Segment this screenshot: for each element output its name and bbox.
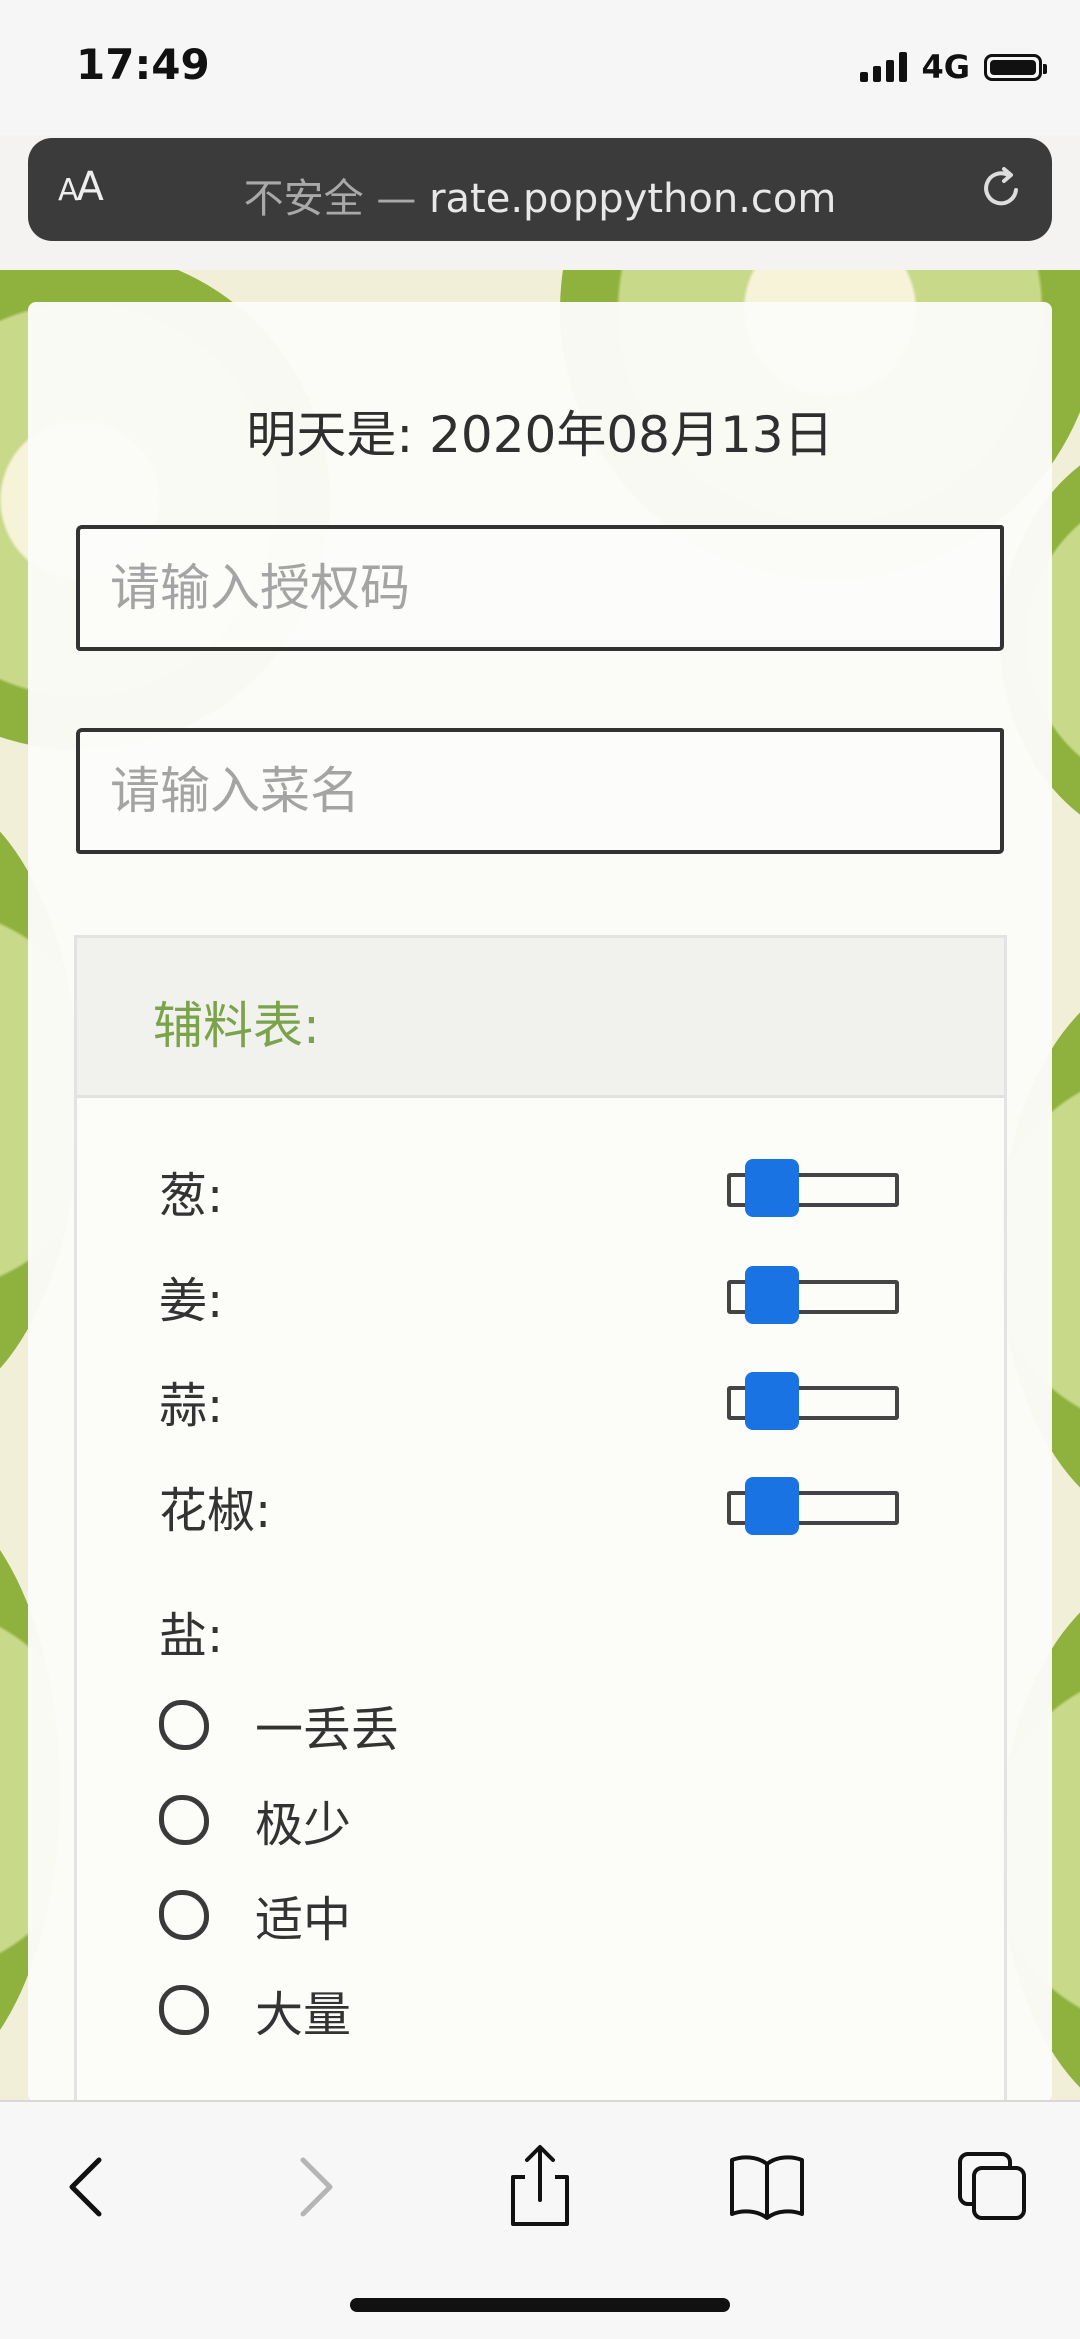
address-bar[interactable]: AA 不安全 — rate.poppython.com — [28, 138, 1052, 241]
status-indicators: 4G — [860, 48, 1047, 86]
url-separator: — — [363, 176, 430, 222]
tomorrow-date: 明天是: 2020年08月13日 — [246, 406, 834, 464]
status-bar: 17:49 4G — [0, 0, 1080, 135]
home-indicator — [350, 2298, 730, 2312]
signal-icon — [860, 52, 908, 82]
forward-icon[interactable] — [268, 2142, 358, 2232]
salt-option[interactable]: 一丢丢 — [159, 1690, 399, 1760]
bookmarks-icon[interactable] — [722, 2142, 812, 2232]
garlic-label: 蒜: — [159, 1378, 224, 1434]
url-display[interactable]: 不安全 — rate.poppython.com — [28, 166, 1052, 224]
scallion-label: 葱: — [159, 1168, 224, 1224]
slider-knob[interactable] — [745, 1477, 799, 1535]
ingredients-panel: 辅料表: 葱: 姜: 蒜: 花椒: 盐: 一丢丢 极少 适中 大量 — [74, 935, 1007, 2135]
salt-option-label: 极少 — [255, 1797, 352, 1853]
sichuan-pepper-label: 花椒: — [159, 1483, 272, 1539]
insecure-label: 不安全 — [243, 176, 364, 222]
salt-option-label: 一丢丢 — [255, 1702, 400, 1758]
reload-icon[interactable] — [978, 164, 1026, 212]
network-label: 4G — [921, 48, 970, 86]
ingredients-title: 辅料表: — [153, 997, 320, 1055]
scallion-slider[interactable] — [727, 1159, 899, 1217]
auth-code-input[interactable] — [76, 525, 1004, 651]
slider-knob[interactable] — [745, 1372, 799, 1430]
battery-icon — [984, 53, 1047, 81]
tabs-icon[interactable] — [948, 2142, 1038, 2232]
ginger-slider[interactable] — [727, 1266, 899, 1324]
garlic-slider[interactable] — [727, 1372, 899, 1430]
slider-knob[interactable] — [745, 1159, 799, 1217]
slider-knob[interactable] — [745, 1266, 799, 1324]
radio-button[interactable] — [159, 1890, 209, 1940]
url-domain: rate.poppython.com — [429, 176, 837, 222]
status-time: 17:49 — [76, 40, 210, 89]
phone-screen: 17:49 4G AA 不安全 — rate.poppython.com 明天是… — [0, 0, 1080, 2339]
radio-button[interactable] — [159, 1985, 209, 2035]
salt-label: 盐: — [159, 1608, 224, 1664]
ingredients-panel-header: 辅料表: — [77, 938, 1004, 1098]
salt-option-label: 大量 — [255, 1987, 352, 2043]
sichuan-pepper-slider[interactable] — [727, 1477, 899, 1535]
back-icon[interactable] — [44, 2142, 134, 2232]
salt-option-label: 适中 — [255, 1892, 352, 1948]
share-icon[interactable] — [495, 2142, 585, 2232]
radio-button[interactable] — [159, 1700, 209, 1750]
salt-option[interactable]: 极少 — [159, 1785, 351, 1855]
salt-option[interactable]: 大量 — [159, 1975, 351, 2045]
radio-button[interactable] — [159, 1795, 209, 1845]
salt-option[interactable]: 适中 — [159, 1880, 351, 1950]
ginger-label: 姜: — [159, 1273, 224, 1329]
dish-name-input[interactable] — [76, 728, 1004, 854]
